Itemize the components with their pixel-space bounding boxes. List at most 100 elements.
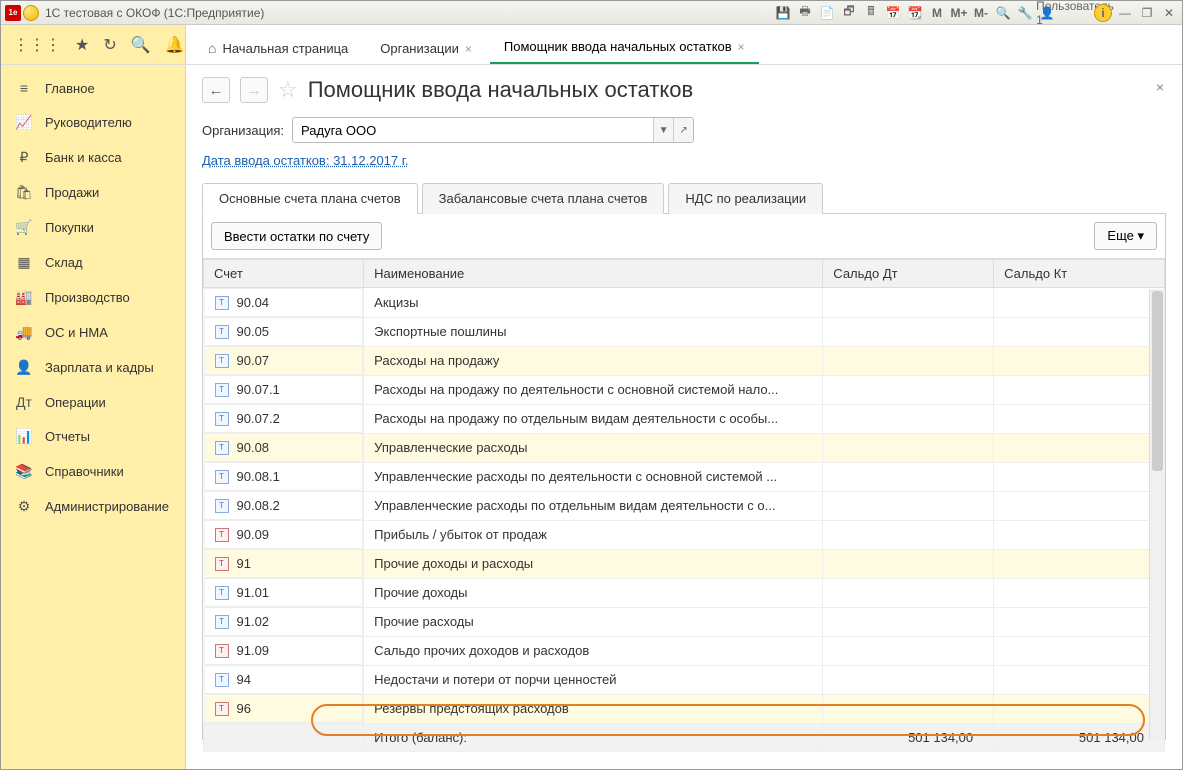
table-row[interactable]: T90.07.1Расходы на продажу по деятельнос…: [204, 375, 1165, 404]
history-icon[interactable]: ↻: [103, 35, 116, 55]
m-button[interactable]: M: [928, 4, 946, 22]
table-row[interactable]: T94Недостачи и потери от порчи ценностей: [204, 665, 1165, 694]
sidebar-label: Покупки: [45, 220, 94, 235]
tab-home[interactable]: Начальная страница: [194, 30, 362, 64]
forward-button[interactable]: →: [240, 77, 268, 103]
sidebar-label: Продажи: [45, 185, 99, 200]
col-credit[interactable]: Сальдо Кт: [994, 260, 1165, 288]
table-row[interactable]: T90.08.2Управленческие расходы по отдель…: [204, 491, 1165, 520]
sidebar-item[interactable]: ДтОперации: [1, 385, 185, 419]
favorite-star-icon[interactable]: ☆: [278, 77, 298, 103]
sidebar-item[interactable]: 🛍Продажи: [1, 175, 185, 210]
zoom-icon[interactable]: 🔍: [994, 4, 1012, 22]
calc-icon[interactable]: 🖩: [862, 4, 880, 22]
sidebar-label: Справочники: [45, 464, 124, 479]
table-row[interactable]: T91.09Сальдо прочих доходов и расходов: [204, 636, 1165, 665]
page-close-button[interactable]: ×: [1156, 79, 1164, 95]
subtab-offbalance[interactable]: Забалансовые счета плана счетов: [422, 183, 665, 214]
tab-organizations[interactable]: Организации×: [366, 31, 486, 64]
account-name: Недостачи и потери от порчи ценностей: [364, 665, 823, 694]
account-icon: T: [215, 702, 229, 716]
table-row[interactable]: T 96 Резервы предстоящих расходов: [204, 694, 1165, 724]
sidebar-item[interactable]: ⚙Администрирование: [1, 489, 185, 524]
sidebar-item[interactable]: ₽Банк и касса: [1, 140, 185, 175]
table-row[interactable]: T90.08.1Управленческие расходы по деятел…: [204, 462, 1165, 491]
close-button[interactable]: ✕: [1160, 4, 1178, 22]
subtab-main-accounts[interactable]: Основные счета плана счетов: [202, 183, 418, 214]
col-debit[interactable]: Сальдо Дт: [823, 260, 994, 288]
account-code: 90.08.1: [237, 469, 280, 484]
date-icon[interactable]: 📆: [906, 4, 924, 22]
sidebar-item[interactable]: 👤Зарплата и кадры: [1, 350, 185, 385]
credit-cell: [994, 404, 1165, 433]
table-row[interactable]: T90.08Управленческие расходы: [204, 433, 1165, 462]
sidebar-item[interactable]: 🚚ОС и НМА: [1, 315, 185, 350]
table-row[interactable]: T90.04Акцизы: [204, 288, 1165, 318]
minimize-button[interactable]: —: [1116, 4, 1134, 22]
dropdown-button[interactable]: ▼: [653, 118, 673, 142]
m-plus-button[interactable]: M+: [950, 4, 968, 22]
more-button[interactable]: Еще ▾: [1094, 222, 1157, 250]
sidebar: ≡Главное📈Руководителю₽Банк и касса🛍Прода…: [1, 65, 186, 769]
credit-cell: [994, 346, 1165, 375]
sidebar-item[interactable]: ≡Главное: [1, 71, 185, 105]
sidebar-label: Банк и касса: [45, 150, 122, 165]
compare-icon[interactable]: 🗗: [840, 4, 858, 22]
table-row[interactable]: T90.07Расходы на продажу: [204, 346, 1165, 375]
doc-icon[interactable]: 📄: [818, 4, 836, 22]
account-name: Сальдо прочих доходов и расходов: [364, 636, 823, 665]
m-minus-button[interactable]: M-: [972, 4, 990, 22]
restore-button[interactable]: ❐: [1138, 4, 1156, 22]
user-label[interactable]: Пользователь 1: [1066, 4, 1084, 22]
subtab-nds[interactable]: НДС по реализации: [668, 183, 823, 214]
credit-cell: [994, 636, 1165, 665]
sidebar-item[interactable]: 🛒Покупки: [1, 210, 185, 245]
table-row[interactable]: T91.02Прочие расходы: [204, 607, 1165, 636]
table-row[interactable]: T91Прочие доходы и расходы: [204, 549, 1165, 578]
sidebar-item[interactable]: 📚Справочники: [1, 454, 185, 489]
titlebar: 1e 1С тестовая с ОКОФ (1С:Предприятие) 💾…: [1, 1, 1182, 25]
bell-icon[interactable]: 🔔: [165, 35, 185, 55]
account-code: 96: [237, 701, 251, 716]
scrollbar-thumb[interactable]: [1152, 291, 1163, 471]
subtabs: Основные счета плана счетов Забалансовые…: [202, 182, 1166, 214]
open-button[interactable]: ↗: [673, 118, 693, 142]
vertical-scrollbar[interactable]: [1149, 289, 1165, 739]
apps-icon[interactable]: ⋮⋮⋮: [13, 35, 61, 55]
print-icon[interactable]: 🖶: [796, 4, 814, 22]
close-icon[interactable]: ×: [465, 42, 472, 56]
table-row[interactable]: T91.01Прочие доходы: [204, 578, 1165, 607]
star-icon[interactable]: ★: [75, 35, 89, 55]
debit-cell: [823, 607, 994, 636]
sidebar-item[interactable]: 🏭Производство: [1, 280, 185, 315]
date-link[interactable]: Дата ввода остатков: 31.12.2017 г.: [202, 153, 409, 168]
credit-cell: [994, 288, 1165, 318]
account-code: 90.08: [237, 440, 270, 455]
calendar-icon[interactable]: 📅: [884, 4, 902, 22]
col-account[interactable]: Счет: [204, 260, 364, 288]
dropdown-icon[interactable]: [23, 5, 39, 21]
sidebar-item[interactable]: ▦Склад: [1, 245, 185, 280]
col-name[interactable]: Наименование: [364, 260, 823, 288]
info-icon[interactable]: i: [1094, 4, 1112, 22]
sidebar-item[interactable]: 📊Отчеты: [1, 419, 185, 454]
account-name: Резервы предстоящих расходов: [364, 694, 823, 724]
enter-balance-button[interactable]: Ввести остатки по счету: [211, 222, 382, 250]
tab-assistant[interactable]: Помощник ввода начальных остатков×: [490, 29, 759, 64]
credit-cell: [994, 578, 1165, 607]
table-row[interactable]: T90.07.2Расходы на продажу по отдельным …: [204, 404, 1165, 433]
sidebar-item[interactable]: 📈Руководителю: [1, 105, 185, 140]
window-title: 1С тестовая с ОКОФ (1С:Предприятие): [45, 6, 264, 20]
account-name: Прочие доходы: [364, 578, 823, 607]
org-input[interactable]: [293, 123, 653, 138]
table-row[interactable]: T90.09Прибыль / убыток от продаж: [204, 520, 1165, 549]
close-icon[interactable]: ×: [738, 40, 745, 54]
table-row[interactable]: T90.05Экспортные пошлины: [204, 317, 1165, 346]
back-button[interactable]: ←: [202, 77, 230, 103]
tools-icon[interactable]: 🔧: [1016, 4, 1034, 22]
debit-cell: [823, 636, 994, 665]
save-icon[interactable]: 💾: [774, 4, 792, 22]
search-icon[interactable]: 🔍: [131, 35, 151, 55]
sidebar-label: Главное: [45, 81, 95, 96]
org-select[interactable]: ▼ ↗: [292, 117, 694, 143]
